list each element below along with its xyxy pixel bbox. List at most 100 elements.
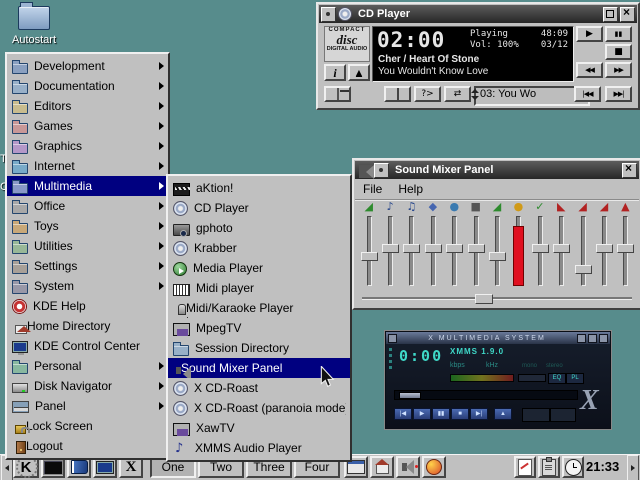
volume-slider[interactable] (617, 216, 633, 286)
menu-help[interactable]: Help (398, 182, 423, 199)
mixer-titlebar[interactable]: Sound Mixer Panel (355, 161, 639, 179)
fast-forward-button[interactable]: ▶▶ (605, 62, 632, 78)
kmenu-item-panel[interactable]: Panel (7, 396, 168, 416)
mixer-channel[interactable]: ● (444, 200, 465, 292)
loop-button[interactable]: ⇄ (444, 86, 471, 102)
clutterbar-icon[interactable] (389, 360, 392, 363)
prompt-button[interactable]: ?> (414, 86, 441, 102)
mixer-channel[interactable]: ♫ (401, 200, 422, 292)
submenu-item-midi-karaoke[interactable]: Midi/Karaoke Player (168, 298, 350, 318)
kmenu-item-system[interactable]: System (7, 276, 168, 296)
stop-button[interactable]: ■ (451, 408, 469, 420)
kmenu-item-multimedia[interactable]: Multimedia (7, 176, 168, 196)
volume-slider[interactable] (553, 216, 569, 286)
kmenu-item-toys[interactable]: Toys (7, 216, 168, 236)
volume-slider[interactable] (575, 216, 591, 286)
kmenu-item-games[interactable]: Games (7, 116, 168, 136)
slider-handle[interactable] (575, 265, 592, 274)
kmenu-item-disk-navigator[interactable]: Disk Navigator (7, 376, 168, 396)
horizontal-scrollbar[interactable] (362, 294, 632, 302)
next-track-button[interactable]: ▶▶| (605, 86, 632, 102)
clutterbar-icon[interactable] (389, 348, 392, 351)
clutterbar-icon[interactable] (389, 366, 392, 369)
kmenu-item-internet[interactable]: Internet (7, 156, 168, 176)
kmenu-item-editors[interactable]: Editors (7, 96, 168, 116)
slider-handle[interactable] (425, 244, 442, 253)
eject-button[interactable]: ▲ (494, 408, 512, 420)
seek-handle[interactable] (399, 392, 421, 399)
kmenu-item-development[interactable]: Development (7, 56, 168, 76)
kmenu-item-settings[interactable]: Settings (7, 256, 168, 276)
kmenu-item-documentation[interactable]: Documentation (7, 76, 168, 96)
pause-button[interactable]: ▮▮ (432, 408, 450, 420)
slider-handle[interactable] (532, 244, 549, 253)
submenu-item-cd-player[interactable]: CD Player (168, 198, 350, 218)
kmenu-item-utilities[interactable]: Utilities (7, 236, 168, 256)
volume-slider[interactable] (382, 216, 398, 286)
kmenu-item-home-directory[interactable]: Home Directory (7, 316, 168, 336)
mixer-channel[interactable]: ◢ (593, 200, 614, 292)
pause-button[interactable]: ▮▮ (605, 26, 632, 42)
xmms-menu-button[interactable] (388, 334, 397, 343)
volume-slider[interactable] (446, 216, 462, 286)
previous-button[interactable]: |◀ (394, 408, 412, 420)
submenu-item-krabber[interactable]: Krabber (168, 238, 350, 258)
volume-slider[interactable] (489, 216, 505, 286)
panel-hide-right-button[interactable] (627, 455, 639, 480)
submenu-item-xawtv[interactable]: XawTV (168, 418, 350, 438)
kmenu-item-logout[interactable]: Logout (7, 436, 168, 456)
mixer-channel[interactable]: ■ (465, 200, 486, 292)
submenu-item-aktion[interactable]: aKtion! (168, 178, 350, 198)
kmenu-item-personal[interactable]: Personal (7, 356, 168, 376)
kmenu-item-kde-help[interactable]: KDE Help (7, 296, 168, 316)
track-selector-combo[interactable]: 03: You Wo (474, 86, 590, 106)
next-button[interactable]: ▶| (470, 408, 488, 420)
shade-button[interactable] (588, 334, 597, 343)
kmenu-item-graphics[interactable]: Graphics (7, 136, 168, 156)
close-button[interactable] (622, 163, 637, 178)
mixer-channel[interactable]: ◢ (486, 200, 507, 292)
slider-handle[interactable] (361, 252, 378, 261)
cdrom-button[interactable] (324, 86, 351, 102)
slider-handle[interactable] (468, 244, 485, 253)
shuffle-button[interactable] (522, 408, 550, 422)
balance-slider[interactable] (518, 374, 546, 382)
slider-handle[interactable] (382, 244, 399, 253)
mixer-channel[interactable]: ◢ (572, 200, 593, 292)
slider-handle[interactable] (553, 244, 570, 253)
minimize-button[interactable] (577, 334, 586, 343)
autostart-desktop-icon[interactable]: Autostart (4, 6, 64, 46)
volume-slider[interactable] (403, 216, 419, 286)
submenu-item-gphoto[interactable]: gphoto (168, 218, 350, 238)
track-spinner-icon[interactable] (470, 89, 480, 100)
submenu-item-media-player[interactable]: Media Player (168, 258, 350, 278)
mixer-channel-master[interactable]: ● (508, 200, 529, 292)
volume-slider[interactable] (532, 216, 548, 286)
volume-slider[interactable] (596, 216, 612, 286)
submenu-item-xmms-audio-player[interactable]: XMMS Audio Player (168, 438, 350, 458)
playlist-button[interactable]: PL (566, 373, 584, 384)
eject-button[interactable]: ▲ (348, 64, 370, 81)
submenu-item-mpegtv[interactable]: MpegTV (168, 318, 350, 338)
xmms-titlebar[interactable]: X MULTIMEDIA SYSTEM (386, 332, 610, 344)
kmenu-item-lock-screen[interactable]: Lock Screen (7, 416, 168, 436)
home-directory-launcher[interactable] (370, 456, 394, 478)
volume-slider[interactable] (361, 216, 377, 286)
mixer-channel[interactable]: ▲ (615, 200, 636, 292)
submenu-item-x-cd-roast-paranoia[interactable]: X CD-Roast (paranoia mode) (168, 398, 350, 418)
stop-button[interactable]: ■ (605, 44, 632, 60)
volume-slider[interactable] (468, 216, 484, 286)
rewind-button[interactable]: ◀◀ (576, 62, 603, 78)
maximize-button[interactable] (603, 7, 618, 22)
sticky-pin-button[interactable] (374, 163, 389, 178)
seek-slider[interactable] (394, 390, 578, 400)
sound-mixer-launcher[interactable] (396, 456, 420, 478)
submenu-item-midi-player[interactable]: Midi player (168, 278, 350, 298)
slider-handle[interactable] (617, 244, 634, 253)
equalizer-button[interactable]: EQ (548, 373, 566, 384)
slider-handle[interactable] (403, 244, 420, 253)
kmenu-item-kde-control-center[interactable]: KDE Control Center (7, 336, 168, 356)
submenu-item-session-directory[interactable]: Session Directory (168, 338, 350, 358)
slider-handle[interactable] (596, 244, 613, 253)
clutterbar-icon[interactable] (389, 354, 392, 357)
